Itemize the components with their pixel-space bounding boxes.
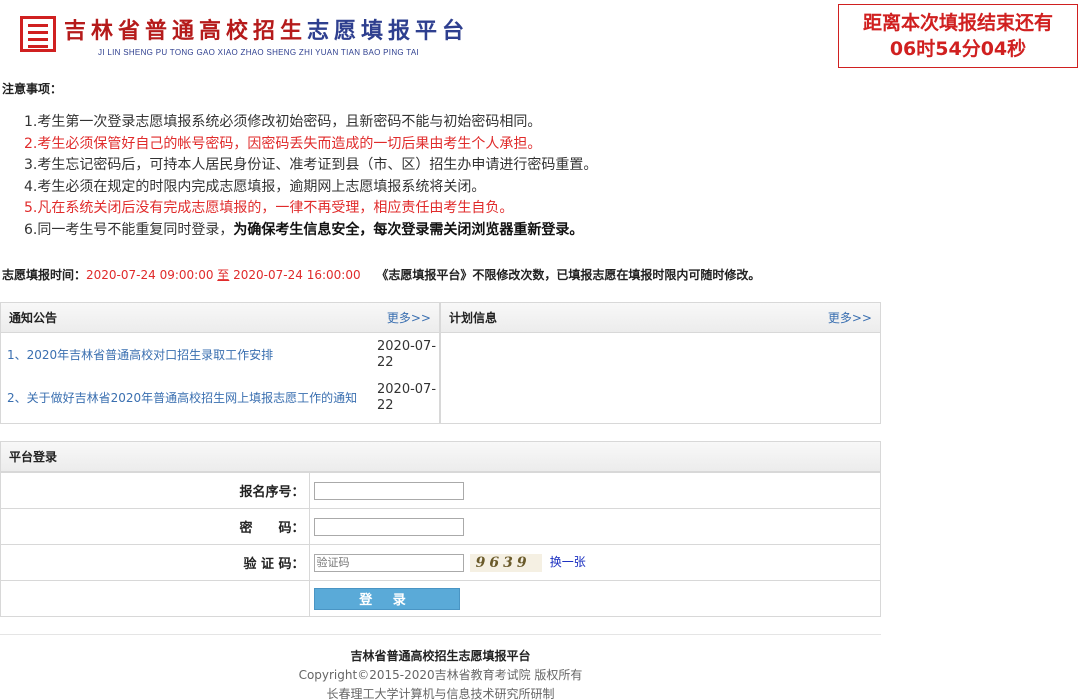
list-item: 1、2020年吉林省普通高校对口招生录取工作安排 2020-07-22 [1, 333, 439, 376]
footer-title: 吉林省普通高校招生志愿填报平台 [350, 649, 531, 663]
notice-link[interactable]: 2、关于做好吉林省2020年普通高校招生网上填报志愿工作的通知 [7, 389, 369, 406]
footer-copyright: Copyright©2015-2020吉林省教育考试院 版权所有 [298, 668, 583, 682]
notice-date: 2020-07-22 [377, 381, 437, 413]
notice-panel-header: 通知公告 更多>> [1, 303, 439, 333]
note-item: 4.考生必须在规定的时限内完成志愿填报，逾期网上志愿填报系统将关闭。 [24, 178, 486, 195]
schedule-label: 志愿填报时间： [2, 268, 87, 282]
note-item: 2.考生必须保管好自己的帐号密码，因密码丢失而造成的一切后果由考生个人承担。 [24, 135, 542, 152]
schedule-separator: 至 [217, 268, 230, 282]
notice-list: 1、2020年吉林省普通高校对口招生录取工作安排 2020-07-22 2、关于… [1, 333, 439, 419]
notes-list: 1.考生第一次登录志愿填报系统必须修改初始密码，且新密码不能与初始密码相同。 2… [24, 112, 597, 242]
login-panel: 平台登录 报名序号： 密 码： 验 证 码： 9639 换一张 登 录 [0, 441, 881, 617]
schedule-note: 《志愿填报平台》不限修改次数，已填报志愿在填报时限内可随时修改。 [376, 268, 761, 282]
notice-more-link[interactable]: 更多>> [387, 309, 431, 326]
note-item-6-text: 6.同一考生号不能重复同时登录， [24, 221, 234, 238]
login-panel-header: 平台登录 [1, 442, 880, 472]
captcha-image[interactable]: 9639 [469, 553, 542, 572]
plan-panel: 计划信息 更多>> [440, 302, 881, 424]
countdown-box: 距离本次填报结束还有 06时54分04秒 [838, 4, 1078, 68]
captcha-input[interactable] [313, 553, 464, 572]
countdown-timer: 06时54分04秒 [889, 38, 1027, 60]
note-item: 1.考生第一次登录志愿填报系统必须修改初始密码，且新密码不能与初始密码相同。 [24, 114, 542, 130]
site-logo: 吉林省普通高校招生志愿填报平台 JI LIN SHENG PU TONG GAO… [20, 16, 469, 57]
login-form: 报名序号： 密 码： 验 证 码： 9639 换一张 登 录 [1, 472, 880, 617]
notice-date: 2020-07-22 [377, 338, 437, 370]
login-panel-title: 平台登录 [9, 450, 58, 464]
logo-title-blue: 志愿填报平台 [307, 18, 470, 44]
notice-link[interactable]: 1、2020年吉林省普通高校对口招生录取工作安排 [7, 346, 369, 363]
notice-panel-title: 通知公告 [9, 311, 58, 325]
note-item: 3.考生忘记密码后，可持本人居民身份证、准考证到县（市、区）招生办申请进行密码重… [24, 157, 598, 174]
login-button[interactable]: 登 录 [313, 587, 460, 610]
plan-panel-title: 计划信息 [449, 311, 498, 325]
password-input[interactable] [313, 517, 464, 536]
reg-number-label: 报名序号： [1, 472, 310, 509]
notice-panel: 通知公告 更多>> 1、2020年吉林省普通高校对口招生录取工作安排 2020-… [0, 302, 440, 424]
plan-panel-header: 计划信息 更多>> [441, 303, 880, 333]
notes-title: 注意事项： [2, 82, 63, 96]
empty-cell [1, 580, 310, 617]
captcha-refresh-link[interactable]: 换一张 [550, 555, 586, 569]
reg-number-input[interactable] [313, 481, 464, 500]
plan-more-link[interactable]: 更多>> [828, 309, 872, 326]
page-header: 吉林省普通高校招生志愿填报平台 JI LIN SHENG PU TONG GAO… [0, 0, 1080, 74]
logo-icon [20, 16, 56, 52]
password-label: 密 码： [1, 508, 310, 545]
schedule-line: 志愿填报时间：2020-07-24 09:00:00 至 2020-07-24 … [2, 266, 760, 283]
schedule-start: 2020-07-24 09:00:00 [86, 268, 214, 282]
note-item-6-emphasis: 为确保考生信息安全，每次登录需关闭浏览器重新登录。 [233, 221, 584, 238]
captcha-label: 验 证 码： [1, 544, 310, 581]
note-item: 5.凡在系统关闭后没有完成志愿填报的，一律不再受理，相应责任由考生自负。 [24, 200, 514, 217]
logo-subtitle: JI LIN SHENG PU TONG GAO XIAO ZHAO SHENG… [98, 48, 420, 57]
page-footer: 吉林省普通高校招生志愿填报平台 Copyright©2015-2020吉林省教育… [0, 634, 881, 700]
list-item: 2、关于做好吉林省2020年普通高校招生网上填报志愿工作的通知 2020-07-… [1, 376, 439, 419]
schedule-end: 2020-07-24 16:00:00 [233, 268, 361, 282]
countdown-label: 距离本次填报结束还有 [862, 12, 1053, 34]
footer-developer: 长春理工大学计算机与信息技术研究所研制 [326, 687, 555, 700]
logo-title-red: 吉林省普通高校招生 [64, 18, 308, 44]
logo-title: 吉林省普通高校招生志愿填报平台 [64, 16, 469, 46]
note-item: 6.同一考生号不能重复同时登录，为确保考生信息安全，每次登录需关闭浏览器重新登录… [24, 220, 597, 242]
